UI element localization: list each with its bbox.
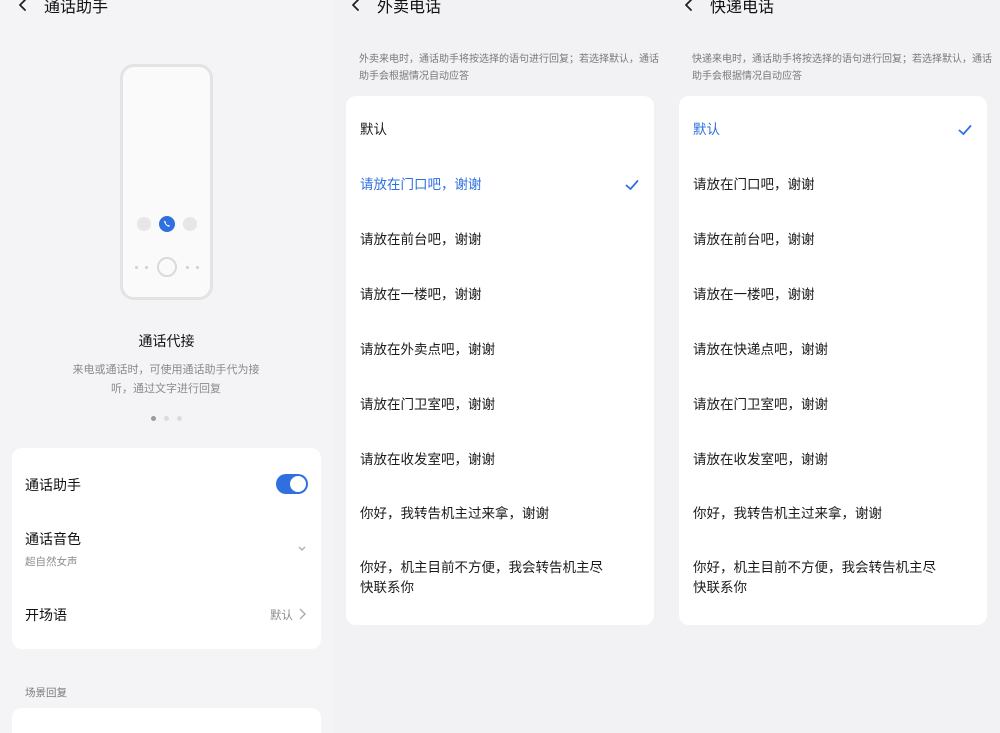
option-label: 默认 bbox=[693, 122, 720, 138]
pager-dot-active[interactable] bbox=[151, 416, 156, 421]
options-card: 默认请放在门口吧，谢谢 请放在前台吧，谢谢 请放在一楼吧，谢谢 请放在快递点吧，谢谢请… bbox=[679, 96, 987, 625]
pager-dot[interactable] bbox=[177, 416, 182, 421]
home-ring-icon bbox=[157, 257, 177, 277]
small-dot bbox=[135, 266, 138, 269]
option-label: 请放在前台吧，谢谢 bbox=[360, 232, 482, 248]
option-item[interactable]: 请放在一楼吧，谢谢 bbox=[346, 275, 654, 321]
assistant-toggle[interactable] bbox=[276, 474, 308, 494]
page-title: 外卖电话 bbox=[377, 0, 442, 16]
voice-label: 通话音色 bbox=[25, 532, 81, 548]
gray-dot-icon bbox=[137, 217, 151, 231]
phone-call-icon bbox=[159, 216, 175, 232]
option-label: 请放在一楼吧，谢谢 bbox=[693, 287, 815, 303]
check-icon bbox=[958, 125, 972, 136]
option-label: 你好，机主目前不方便，我会转告机主尽快联系你 bbox=[360, 560, 603, 596]
option-item[interactable]: 请放在门卫室吧，谢谢 bbox=[679, 385, 987, 431]
option-label: 请放在门卫室吧，谢谢 bbox=[360, 397, 495, 413]
option-label: 你好，我转告机主过来拿，谢谢 bbox=[360, 506, 549, 522]
option-item[interactable]: 请放在外卖点吧，谢谢 bbox=[346, 330, 654, 376]
chevron-right-icon bbox=[299, 608, 306, 620]
assistant-label: 通话助手 bbox=[25, 478, 81, 494]
option-label: 请放在收发室吧，谢谢 bbox=[360, 452, 495, 468]
chevron-left-icon bbox=[352, 0, 359, 11]
section-label: 场景回复 bbox=[25, 687, 67, 699]
option-item[interactable]: 请放在收发室吧，谢谢 bbox=[679, 440, 987, 486]
hero-description: 来电或通话时，可使用通话助手代为接听，通过文字进行回复 bbox=[72, 363, 260, 395]
express-call-panel: 快递电话 快递来电时，通话助手将按选择的语句进行回复；若选择默认，通话助手会根据… bbox=[666, 0, 1000, 733]
small-dot bbox=[196, 266, 199, 269]
hero-title: 通话代接 bbox=[138, 334, 195, 350]
back-button[interactable] bbox=[674, 0, 704, 18]
page-description: 快递来电时，通话助手将按选择的语句进行回复；若选择默认，通话助手会根据情况自动应… bbox=[692, 54, 992, 82]
option-item[interactable]: 请放在一楼吧，谢谢 bbox=[679, 275, 987, 321]
chevron-left-icon bbox=[19, 0, 26, 11]
page-description: 外卖来电时，通话助手将按选择的语句进行回复；若选择默认，通话助手会根据情况自动应… bbox=[359, 54, 659, 82]
phone-illustration bbox=[120, 64, 213, 300]
call-assistant-panel: 通话助手 通话代接 来电或通话时，可使用通话助手代为接听，通过文字进行回复 通话… bbox=[0, 0, 333, 733]
header: 通话助手 bbox=[0, 0, 108, 18]
page-title: 通话助手 bbox=[44, 0, 109, 16]
option-item[interactable]: 你好，机主目前不方便，我会转告机主尽快联系你 bbox=[346, 548, 654, 608]
option-label: 默认 bbox=[360, 122, 387, 138]
chevron-down-icon bbox=[298, 546, 306, 551]
option-item[interactable]: 请放在收发室吧，谢谢 bbox=[346, 440, 654, 486]
option-item[interactable]: 请放在门口吧，谢谢 bbox=[679, 165, 987, 211]
option-item[interactable]: 请放在门口吧，谢谢 bbox=[346, 165, 654, 211]
settings-card: 通话助手 通话音色 超自然女声 开场语 默认 bbox=[12, 448, 321, 649]
pager-dot[interactable] bbox=[164, 416, 169, 421]
opening-value: 默认 bbox=[270, 608, 293, 622]
option-label: 请放在门口吧，谢谢 bbox=[693, 177, 815, 193]
scene-card bbox=[12, 708, 321, 733]
option-label: 请放在一楼吧，谢谢 bbox=[360, 287, 482, 303]
back-button[interactable] bbox=[341, 0, 371, 18]
option-label: 你好，我转告机主过来拿，谢谢 bbox=[693, 506, 882, 522]
back-button[interactable] bbox=[8, 0, 38, 18]
opening-label: 开场语 bbox=[25, 608, 67, 624]
option-label: 请放在收发室吧，谢谢 bbox=[693, 452, 828, 468]
check-icon bbox=[625, 180, 639, 191]
option-label: 请放在快递点吧，谢谢 bbox=[693, 342, 828, 358]
option-item[interactable]: 你好，我转告机主过来拿，谢谢 bbox=[346, 494, 654, 540]
small-dot bbox=[186, 266, 189, 269]
gray-dot-icon bbox=[183, 217, 197, 231]
header: 快递电话 bbox=[666, 0, 774, 18]
option-item[interactable]: 请放在前台吧，谢谢 bbox=[679, 220, 987, 266]
option-item[interactable]: 请放在门卫室吧，谢谢 bbox=[346, 385, 654, 431]
option-label: 请放在前台吧，谢谢 bbox=[693, 232, 815, 248]
page-title: 快递电话 bbox=[710, 0, 775, 16]
takeout-call-panel: 外卖电话 外卖来电时，通话助手将按选择的语句进行回复；若选择默认，通话助手会根据… bbox=[333, 0, 666, 733]
header: 外卖电话 bbox=[333, 0, 441, 18]
option-label: 请放在门口吧，谢谢 bbox=[360, 177, 482, 193]
option-item[interactable]: 请放在快递点吧，谢谢 bbox=[679, 330, 987, 376]
option-item[interactable]: 默认 bbox=[679, 110, 987, 156]
option-item[interactable]: 请放在前台吧，谢谢 bbox=[346, 220, 654, 266]
small-dot bbox=[145, 266, 148, 269]
option-item[interactable]: 默认 bbox=[346, 110, 654, 156]
options-card: 默认请放在门口吧，谢谢 请放在前台吧，谢谢 请放在一楼吧，谢谢 请放在外卖点吧，谢谢请… bbox=[346, 96, 654, 625]
option-item[interactable]: 你好，机主目前不方便，我会转告机主尽快联系你 bbox=[679, 548, 987, 608]
chevron-left-icon bbox=[685, 0, 692, 11]
option-item[interactable]: 你好，我转告机主过来拿，谢谢 bbox=[679, 494, 987, 540]
toggle-knob bbox=[290, 476, 306, 492]
voice-value: 超自然女声 bbox=[25, 556, 78, 568]
option-label: 请放在外卖点吧，谢谢 bbox=[360, 342, 495, 358]
option-label: 你好，机主目前不方便，我会转告机主尽快联系你 bbox=[693, 560, 936, 596]
option-label: 请放在门卫室吧，谢谢 bbox=[693, 397, 828, 413]
